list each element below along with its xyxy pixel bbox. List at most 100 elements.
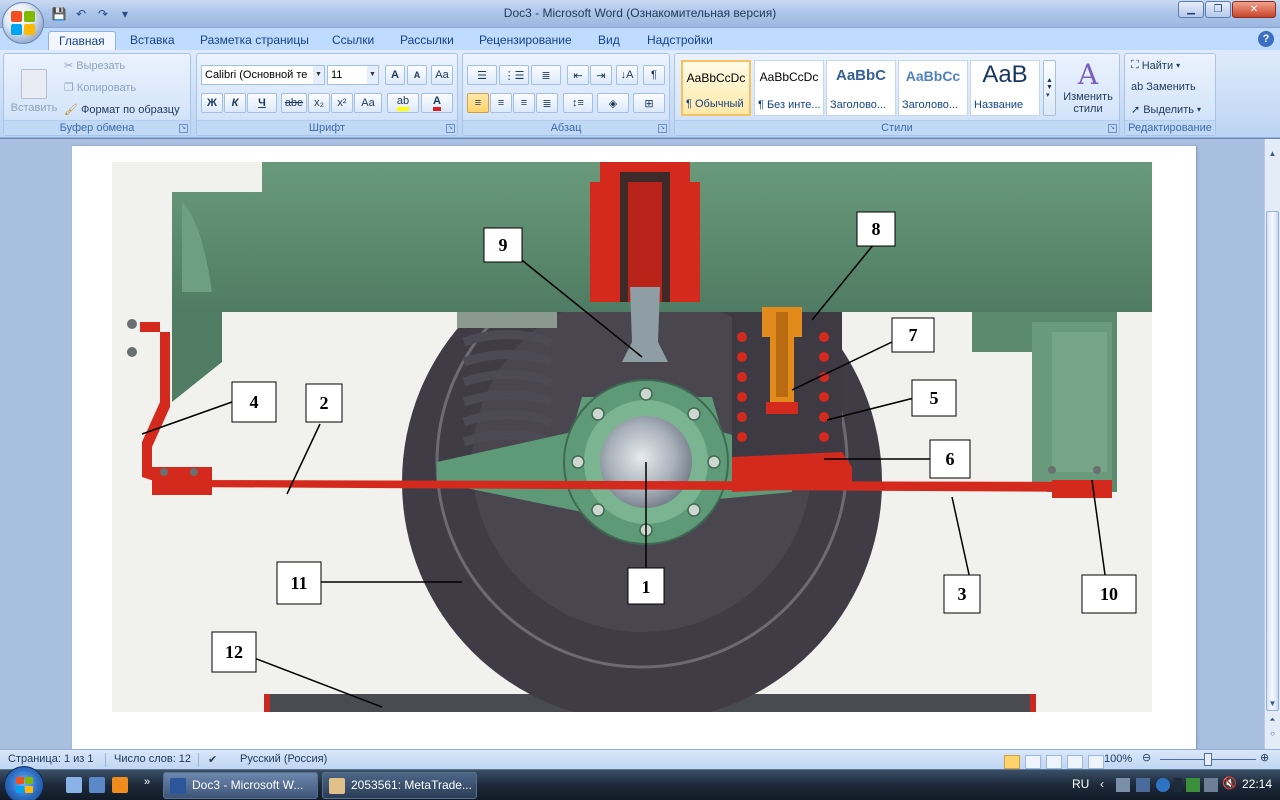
tab-mailings[interactable]: Рассылки bbox=[390, 31, 464, 50]
italic-button[interactable]: К bbox=[224, 93, 246, 113]
scroll-thumb[interactable] bbox=[1266, 211, 1279, 711]
maximize-button[interactable]: ❐ bbox=[1205, 1, 1231, 18]
font-launcher-icon[interactable]: ↘ bbox=[446, 124, 455, 133]
select-button[interactable]: ➚ Выделить ▾ bbox=[1131, 103, 1201, 117]
spellcheck-icon[interactable]: ✔ bbox=[208, 753, 217, 766]
volume-muted-icon[interactable]: 🔇 bbox=[1222, 776, 1237, 790]
bogie-diagram: 1 2 3 4 5 6 7 8 9 10 11 12 bbox=[112, 162, 1152, 712]
ribbon: Вставить ✂ Вырезать ❐ Копировать 🖌 Формат п… bbox=[0, 50, 1280, 138]
paragraph-launcher-icon[interactable]: ↘ bbox=[658, 124, 667, 133]
copy-button[interactable]: ❐ Копировать bbox=[64, 81, 136, 95]
subscript-button[interactable]: x₂ bbox=[308, 93, 330, 113]
style-normal[interactable]: AaBbCcDc ¶ Обычный bbox=[681, 60, 751, 116]
office-button[interactable] bbox=[2, 2, 44, 44]
prev-page-icon[interactable]: ⏶ bbox=[1266, 713, 1279, 727]
taskbar-item-word[interactable]: Doc3 - Microsoft W... bbox=[163, 772, 318, 799]
help-icon[interactable]: ? bbox=[1258, 31, 1274, 47]
scroll-down-icon[interactable]: ▼ bbox=[1266, 697, 1279, 711]
language-bar[interactable]: RU bbox=[1072, 777, 1089, 791]
tab-page-layout[interactable]: Разметка страницы bbox=[190, 31, 319, 50]
antivirus-icon[interactable] bbox=[1186, 778, 1200, 792]
minimize-button[interactable]: ▁ bbox=[1178, 1, 1204, 18]
globe-icon[interactable] bbox=[1156, 778, 1170, 792]
font-name-combo[interactable]: Calibri (Основной те ▼ bbox=[201, 65, 325, 85]
web-layout-icon[interactable] bbox=[1046, 755, 1063, 769]
styles-group-label: Стили bbox=[675, 120, 1119, 135]
explorer-icon[interactable] bbox=[89, 777, 105, 793]
numbering-icon[interactable]: ⋮☰ bbox=[499, 65, 529, 85]
scroll-up-icon[interactable]: ▲ bbox=[1266, 147, 1279, 161]
underline-button[interactable]: Ч bbox=[247, 93, 277, 113]
font-group: Calibri (Основной те ▼ 11 ▼ A A Aa Ж К Ч a… bbox=[196, 53, 458, 136]
start-button[interactable] bbox=[4, 766, 44, 800]
zoom-in-icon[interactable]: ⊕ bbox=[1260, 751, 1269, 764]
binoculars-icon: ⛶ bbox=[1131, 59, 1139, 71]
change-case-button[interactable]: Aa bbox=[354, 93, 382, 113]
quicklaunch-more-icon[interactable]: » bbox=[144, 776, 150, 788]
justify-icon[interactable]: ≣ bbox=[536, 93, 558, 113]
sort-icon[interactable]: ↓A bbox=[616, 65, 638, 85]
style-no-spacing[interactable]: AaBbCcDc ¶ Без инте... bbox=[754, 60, 824, 116]
shading-icon[interactable]: ◈ bbox=[597, 93, 629, 113]
increase-indent-icon[interactable]: ⇥ bbox=[590, 65, 612, 85]
style-heading-1[interactable]: AaBbC Заголово... bbox=[826, 60, 896, 116]
print-layout-icon[interactable] bbox=[1004, 755, 1020, 769]
media-player-icon[interactable] bbox=[112, 777, 128, 793]
font-size-combo[interactable]: 11 ▼ bbox=[327, 65, 379, 85]
shrink-font-button[interactable]: A bbox=[407, 65, 427, 85]
zoom-out-icon[interactable]: ⊖ bbox=[1142, 751, 1151, 764]
tray-expand-icon[interactable]: ‹ bbox=[1100, 777, 1104, 791]
format-painter-button[interactable]: 🖌 Формат по образцу bbox=[64, 103, 180, 117]
styles-launcher-icon[interactable]: ↘ bbox=[1108, 124, 1117, 133]
tab-addins[interactable]: Надстройки bbox=[637, 31, 723, 50]
clear-format-icon[interactable]: Aa bbox=[431, 65, 453, 85]
decrease-indent-icon[interactable]: ⇤ bbox=[567, 65, 589, 85]
font-color-icon[interactable]: A bbox=[421, 93, 453, 113]
outline-icon[interactable] bbox=[1067, 755, 1084, 769]
styles-scroll-icon[interactable]: ▲ ▼ ▾ bbox=[1043, 60, 1056, 116]
tab-review[interactable]: Рецензирование bbox=[469, 31, 582, 50]
tab-home[interactable]: Главная bbox=[48, 31, 116, 50]
tab-references[interactable]: Ссылки bbox=[322, 31, 384, 50]
align-center-icon[interactable]: ≡ bbox=[490, 93, 512, 113]
close-button[interactable]: ✕ bbox=[1232, 1, 1276, 18]
bullets-icon[interactable]: ☰ bbox=[467, 65, 497, 85]
tab-insert[interactable]: Вставка bbox=[120, 31, 185, 50]
network-icon[interactable] bbox=[1116, 778, 1130, 792]
highlight-icon[interactable]: ab bbox=[387, 93, 419, 113]
change-styles-button[interactable]: A Изменить стили bbox=[1059, 58, 1117, 115]
paste-button[interactable]: Вставить bbox=[10, 58, 58, 114]
tab-view[interactable]: Вид bbox=[588, 31, 630, 50]
taskbar-item-metatrader[interactable]: 2053561: MetaTrade... bbox=[322, 772, 477, 799]
replace-button[interactable]: ab Заменить bbox=[1131, 81, 1196, 93]
vertical-scrollbar[interactable]: ▲ ▼ ⏶ ○ bbox=[1264, 139, 1280, 749]
find-button[interactable]: ⛶ Найти ▾ bbox=[1131, 59, 1180, 72]
clipboard-launcher-icon[interactable]: ↘ bbox=[179, 124, 188, 133]
word-count[interactable]: Число слов: 12 bbox=[114, 753, 191, 765]
multilevel-list-icon[interactable]: ≣ bbox=[531, 65, 561, 85]
borders-icon[interactable]: ⊞ bbox=[633, 93, 665, 113]
superscript-button[interactable]: x² bbox=[331, 93, 353, 113]
style-title[interactable]: AaB Название bbox=[970, 60, 1040, 116]
cut-button[interactable]: ✂ Вырезать bbox=[64, 59, 125, 73]
safely-remove-icon[interactable] bbox=[1204, 778, 1218, 792]
show-marks-button[interactable]: ¶ bbox=[643, 65, 665, 85]
align-left-icon[interactable]: ≡ bbox=[467, 93, 489, 113]
align-right-icon[interactable]: ≡ bbox=[513, 93, 535, 113]
monitor-icon[interactable] bbox=[1136, 778, 1150, 792]
clock[interactable]: 22:14 bbox=[1242, 777, 1272, 791]
zoom-level[interactable]: 100% bbox=[1104, 753, 1132, 765]
bold-button[interactable]: Ж bbox=[201, 93, 223, 113]
draft-icon[interactable] bbox=[1088, 755, 1105, 769]
grow-font-button[interactable]: A bbox=[385, 65, 405, 85]
page-count[interactable]: Страница: 1 из 1 bbox=[8, 753, 94, 765]
svg-text:3: 3 bbox=[958, 584, 967, 604]
browse-object-icon[interactable]: ○ bbox=[1266, 727, 1279, 741]
language-indicator[interactable]: Русский (Россия) bbox=[240, 753, 327, 765]
zoom-slider-thumb[interactable] bbox=[1204, 753, 1212, 766]
full-screen-reading-icon[interactable] bbox=[1025, 755, 1042, 769]
style-heading-2[interactable]: AaBbCc Заголово... bbox=[898, 60, 968, 116]
strike-button[interactable]: abe bbox=[281, 93, 307, 113]
line-spacing-icon[interactable]: ↕≡ bbox=[563, 93, 593, 113]
show-desktop-icon[interactable] bbox=[66, 777, 82, 793]
